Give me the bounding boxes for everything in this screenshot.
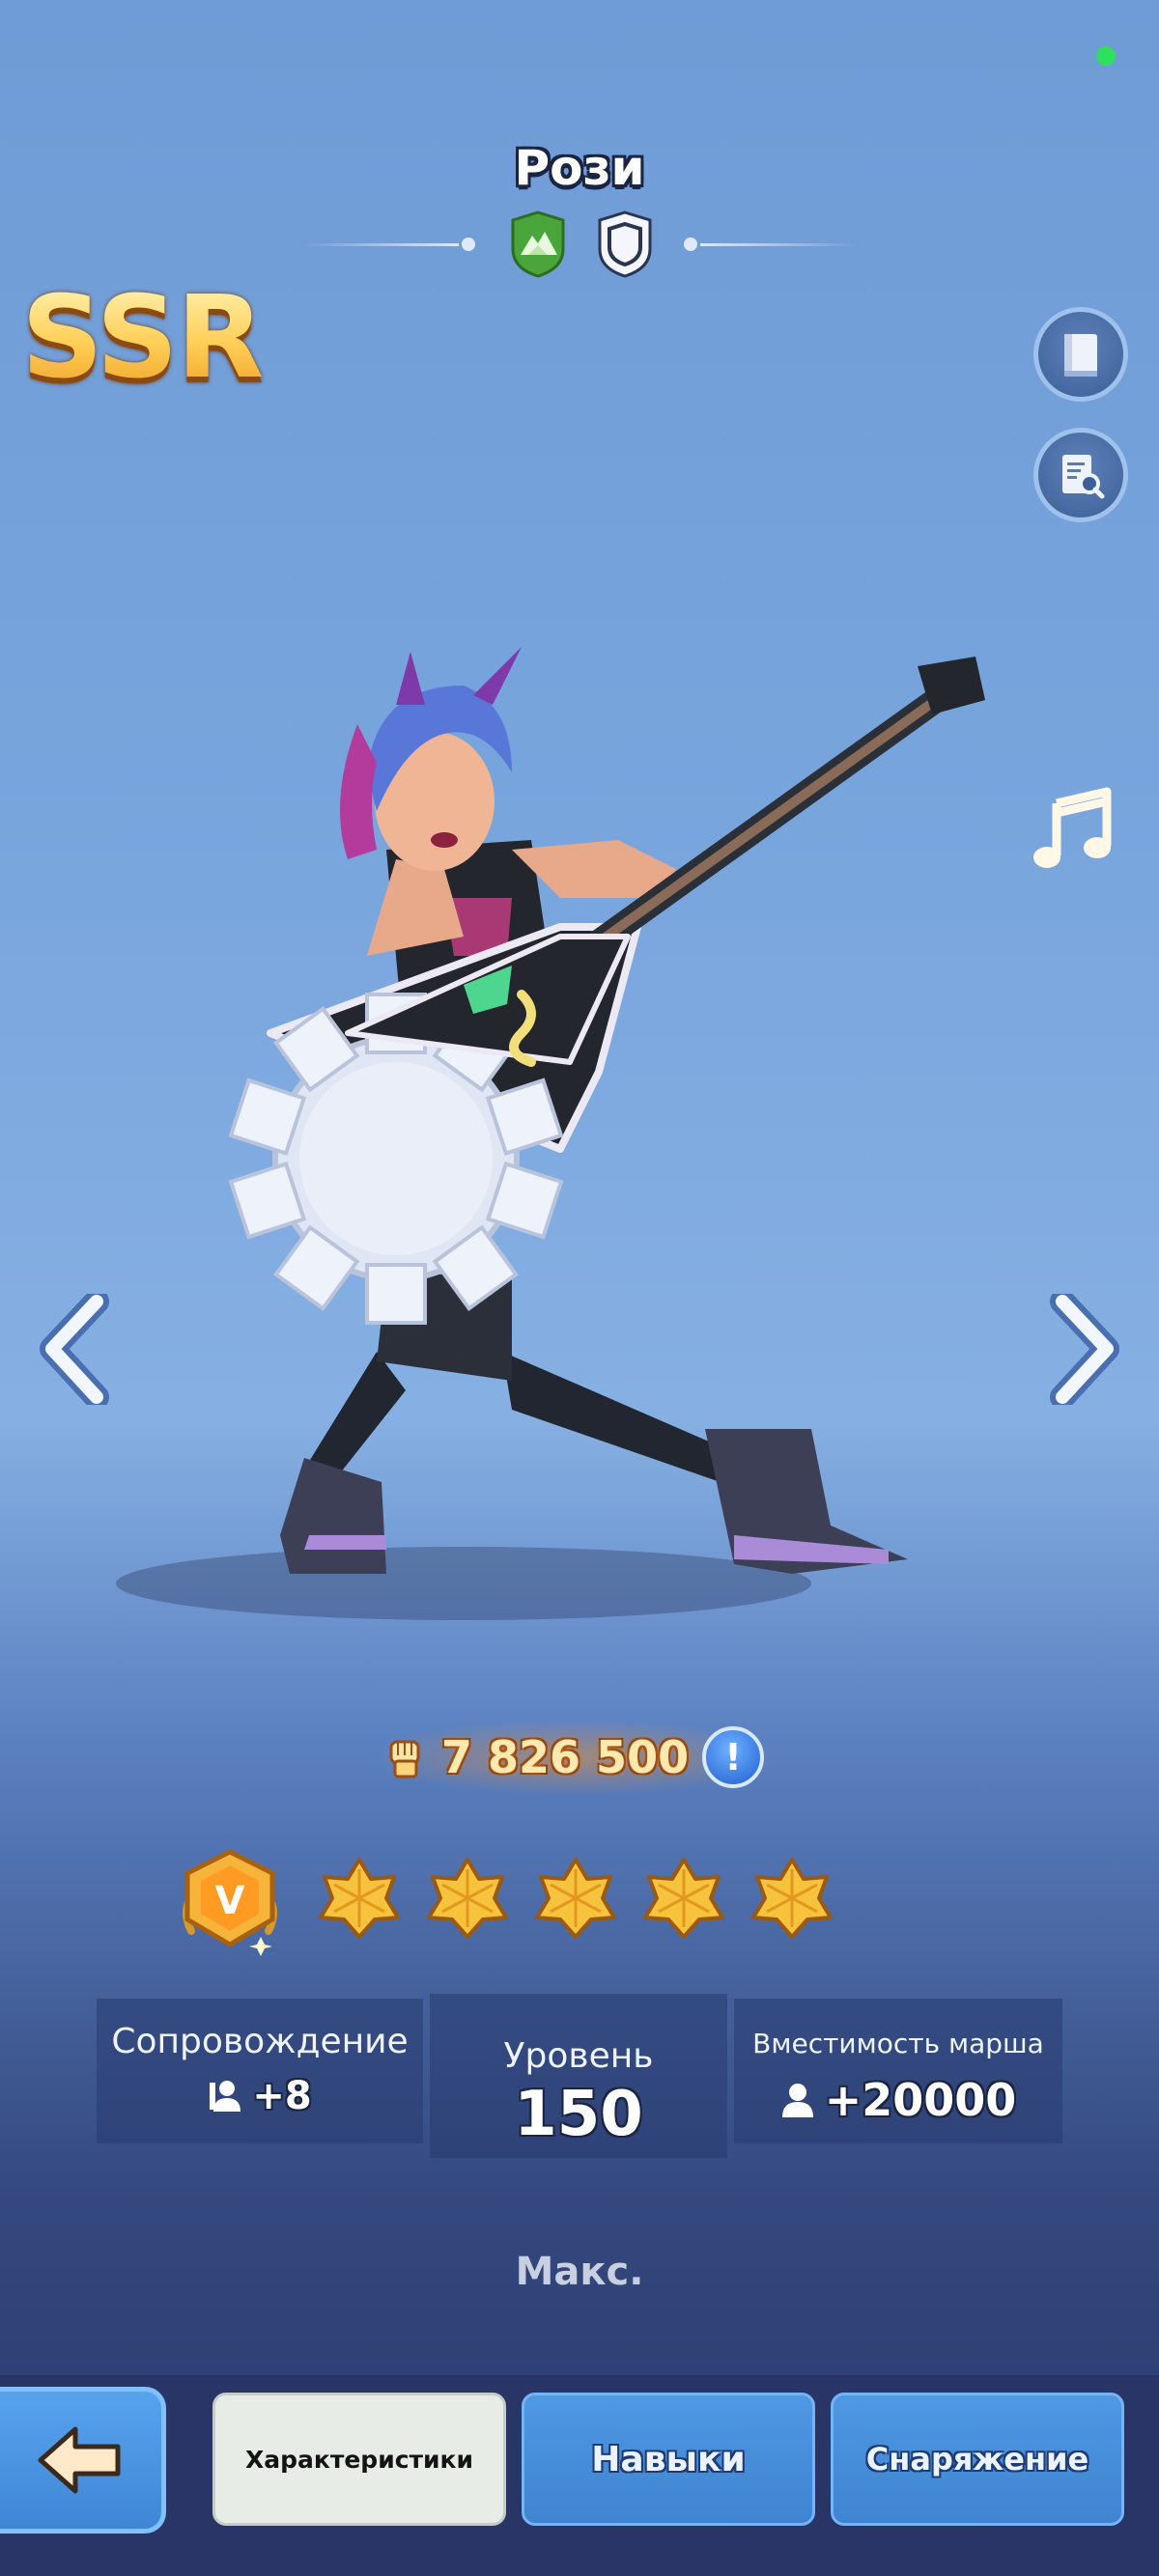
escort-stat: Сопровождение +8 — [97, 1999, 423, 2143]
name-divider-left-dot — [462, 238, 475, 251]
star-rating — [317, 1856, 834, 1941]
max-level-label: Макс. — [515, 2250, 644, 2294]
person-icon — [781, 2084, 813, 2117]
power-value: 7 826 500 — [441, 1731, 690, 1783]
star-icon — [319, 1858, 400, 1939]
document-search-icon — [1062, 455, 1105, 499]
march-value: +20000 — [824, 2074, 1017, 2126]
march-label: Вместимость марша — [752, 2028, 1044, 2059]
escort-label: Сопровождение — [111, 2022, 409, 2061]
svg-text:V: V — [215, 1879, 245, 1923]
level-label: Уровень — [503, 2036, 654, 2076]
shield-badge-icon[interactable] — [596, 210, 654, 278]
march-value-row: +20000 — [734, 2074, 1062, 2126]
escort-value-row: +8 — [97, 2074, 423, 2118]
escort-value: +8 — [252, 2074, 312, 2118]
tab-characteristics[interactable]: Характеристики — [212, 2393, 506, 2526]
back-arrow-icon — [38, 2426, 120, 2494]
back-button[interactable] — [0, 2387, 166, 2534]
level-value: 150 — [514, 2079, 643, 2150]
name-divider-right-dot — [684, 238, 697, 251]
star-icon — [427, 1858, 508, 1939]
status-indicator — [1096, 46, 1116, 66]
mountain-badge-icon[interactable] — [509, 210, 567, 278]
power-info-button[interactable]: ! — [702, 1726, 765, 1788]
v-badge-icon[interactable]: V — [172, 1844, 288, 1960]
hero-character-model — [116, 647, 985, 1620]
details-button[interactable] — [1033, 428, 1128, 522]
star-icon — [751, 1858, 833, 1939]
star-icon — [535, 1858, 616, 1939]
march-capacity-stat: Вместимость марша +20000 — [734, 1999, 1062, 2143]
fist-icon — [389, 1740, 420, 1778]
codex-button[interactable] — [1033, 307, 1128, 402]
music-note-icon[interactable] — [1024, 782, 1120, 879]
name-divider-left — [304, 243, 459, 246]
escort-person-icon — [210, 2081, 241, 2112]
level-stat: Уровень 150 — [430, 1994, 727, 2158]
name-divider-right — [700, 243, 855, 246]
next-hero-arrow[interactable] — [1043, 1294, 1120, 1405]
tab-equipment[interactable]: Снаряжение — [831, 2393, 1124, 2526]
rarity-label: SSR — [21, 270, 265, 404]
previous-hero-arrow[interactable] — [39, 1294, 116, 1405]
hero-name: Рози — [514, 140, 645, 196]
power-display: 7 826 500 ! — [382, 1723, 797, 1791]
exclamation-icon: ! — [724, 1736, 742, 1778]
star-icon — [643, 1858, 724, 1939]
book-icon — [1064, 334, 1097, 377]
tab-skills[interactable]: Навыки — [522, 2393, 815, 2526]
